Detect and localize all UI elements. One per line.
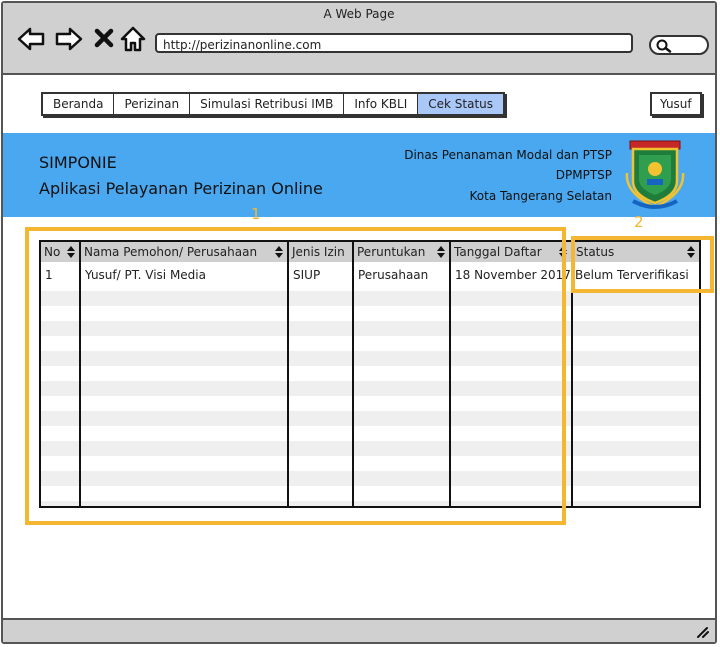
status-bar (3, 618, 715, 642)
main-menu: Beranda Perizinan Simulasi Retribusi IMB… (41, 92, 506, 116)
window-title: A Web Page (323, 7, 395, 21)
resize-grip-icon[interactable] (695, 626, 709, 638)
tab-info-kbli[interactable]: Info KBLI (344, 94, 419, 114)
back-arrow-icon[interactable] (17, 25, 45, 53)
search-input[interactable] (649, 35, 709, 55)
header-banner: SIMPONIE Aplikasi Pelayanan Perizinan On… (3, 133, 715, 217)
annotation-label-2: 2 (634, 213, 644, 231)
annotation-label-1: 1 (251, 205, 261, 223)
tab-perizinan[interactable]: Perizinan (114, 94, 191, 114)
address-bar[interactable]: http://perizinanonline.com (155, 33, 633, 53)
org-abbreviation: DPMPTSP (555, 168, 612, 182)
search-icon (656, 39, 672, 53)
tab-cek-status[interactable]: Cek Status (418, 94, 504, 114)
app-subtitle: Aplikasi Pelayanan Perizinan Online (39, 179, 323, 198)
app-name: SIMPONIE (39, 153, 117, 172)
close-x-icon[interactable] (93, 27, 115, 49)
annotation-box-2 (571, 236, 714, 293)
tab-beranda[interactable]: Beranda (43, 94, 115, 114)
annotation-box-1 (25, 227, 566, 525)
browser-window: A Web Page http://perizinanonline.com Be… (1, 1, 717, 644)
browser-chrome: A Web Page http://perizinanonline.com (3, 3, 715, 75)
forward-arrow-icon[interactable] (55, 25, 83, 53)
org-city: Kota Tangerang Selatan (469, 189, 612, 203)
tab-simulasi-retribusi-imb[interactable]: Simulasi Retribusi IMB (190, 94, 345, 114)
home-icon[interactable] (119, 25, 147, 53)
city-emblem-logo (625, 140, 685, 209)
org-name: Dinas Penanaman Modal dan PTSP (404, 148, 612, 162)
user-button[interactable]: Yusuf (650, 92, 702, 116)
